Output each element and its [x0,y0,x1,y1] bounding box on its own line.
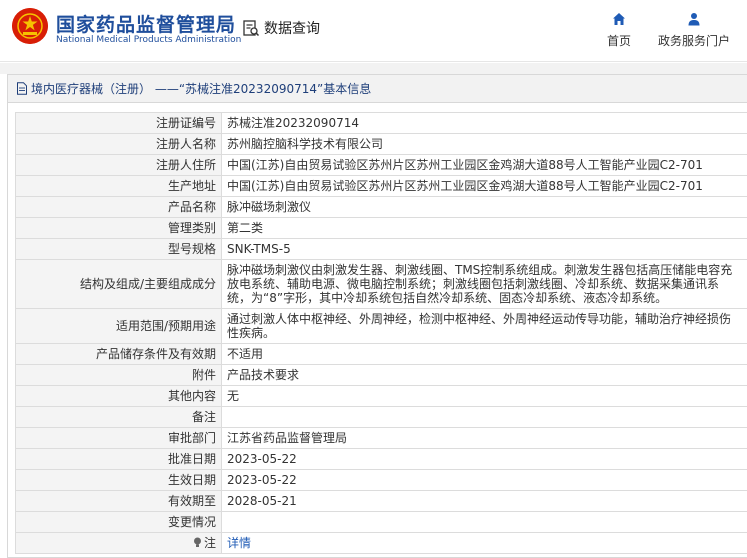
table-row: 产品名称 脉冲磁场刺激仪 [15,196,747,218]
field-value: 通过刺激人体中枢神经、外周神经，检测中枢神经、外周神经运动传导功能，辅助治疗神经… [221,308,747,344]
details-link[interactable]: 详情 [227,536,251,550]
field-value: 苏械注准20232090714 [221,112,747,134]
field-label: 注册人住所 [15,154,222,176]
field-label: 产品名称 [15,196,222,218]
field-label: 产品储存条件及有效期 [15,343,222,365]
table-row: 其他内容无 [15,385,747,407]
field-label: 批准日期 [15,448,222,470]
table-row: 批准日期 2023-05-22 [15,448,747,470]
field-label: 生效日期 [15,469,222,491]
table-row: 注册人住所 中国(江苏)自由贸易试验区苏州片区苏州工业园区金鸡湖大道88号人工智能… [15,154,747,176]
user-icon [688,13,700,26]
field-value: 2023-05-22 [221,448,747,470]
field-value [221,406,747,428]
field-value: 苏州脑控脑科学技术有限公司 [221,133,747,155]
field-label: 其他内容 [15,385,222,407]
field-value: 中国(江苏)自由贸易试验区苏州片区苏州工业园区金鸡湖大道88号人工智能产业园C2… [221,154,747,176]
field-label: 生产地址 [15,175,222,197]
table-row: 审批部门 江苏省药品监督管理局 [15,427,747,449]
field-value: 脉冲磁场刺激仪由刺激发生器、刺激线圈、TMS控制系统组成。刺激发生器包括高压储能… [221,259,747,309]
detail-panel: 境内医疗器械（注册） ——“苏械注准20232090714”基本信息 注册证编号… [7,74,747,558]
field-value: 2023-05-22 [221,469,747,491]
registration-info-table: 注册证编号 苏械注准20232090714 注册人名称 苏州脑控脑科学技术有限公司 注册… [15,112,747,554]
bulb-icon [193,537,201,547]
table-row: 备注 [15,406,747,428]
field-value: 江苏省药品监督管理局 [221,427,747,449]
document-icon [17,82,27,95]
field-label: 附件 [15,364,222,386]
field-value: 无 [221,385,747,407]
table-row: 适用范围/预期用途 通过刺激人体中枢神经、外周神经，检测中枢神经、外周神经运动传导… [15,308,747,344]
table-row: 产品储存条件及有效期 不适用 [15,343,747,365]
brand-name-en: National Medical Products Administration [56,35,242,45]
nav-home-label: 首页 [606,34,631,48]
field-label: 型号规格 [15,238,222,260]
data-query-link[interactable]: 数据查询 [242,18,320,38]
note-label-cell: 注 [15,532,222,554]
nav-service-label: 政务服务门户 [657,34,730,48]
field-label: 注册人名称 [15,133,222,155]
field-label: 管理类别 [15,217,222,239]
field-value [221,511,747,533]
table-row-note: 注详情 [15,532,747,554]
home-icon [613,13,625,25]
table-row: 有效期至 2028-05-21 [15,490,747,512]
field-value: 不适用 [221,343,747,365]
header-gap [0,63,747,74]
field-label: 结构及组成/主要组成成分 [15,259,222,309]
panel-title: 境内医疗器械（注册） ——“苏械注准20232090714”基本信息 [31,82,372,96]
table-row: 生产地址 中国(江苏)自由贸易试验区苏州片区苏州工业园区金鸡湖大道88号人工智能产… [15,175,747,197]
field-label: 变更情况 [15,511,222,533]
field-value: 第二类 [221,217,747,239]
field-label: 有效期至 [15,490,222,512]
panel-title-bar: 境内医疗器械（注册） ——“苏械注准20232090714”基本信息 [8,75,747,103]
note-value-cell: 详情 [221,532,747,554]
field-value: 产品技术要求 [221,364,747,386]
nav-service-portal[interactable]: 政务服务门户 [654,12,734,49]
site-header: 国家药品监督管理局 National Medical Products Admi… [0,0,747,62]
table-row: 注册证编号 苏械注准20232090714 [15,112,747,134]
table-row: 结构及组成/主要组成成分 脉冲磁场刺激仪由刺激发生器、刺激线圈、TMS控制系统组成… [15,259,747,309]
field-value: SNK-TMS-5 [221,238,747,260]
field-value: 2028-05-21 [221,490,747,512]
data-query-label: 数据查询 [264,21,320,37]
data-query-icon [243,20,260,37]
table-row: 变更情况 [15,511,747,533]
logo-emblem [12,8,48,44]
field-label: 注册证编号 [15,112,222,134]
table-row: 管理类别 第二类 [15,217,747,239]
table-row: 附件 产品技术要求 [15,364,747,386]
nav-home[interactable]: 首页 [603,12,635,49]
table-row: 生效日期 2023-05-22 [15,469,747,491]
brand-name-cn: 国家药品监督管理局 [56,14,237,36]
field-value: 中国(江苏)自由贸易试验区苏州片区苏州工业园区金鸡湖大道88号人工智能产业园C2… [221,175,747,197]
table-row: 注册人名称 苏州脑控脑科学技术有限公司 [15,133,747,155]
note-label: 注 [203,536,216,550]
field-value: 脉冲磁场刺激仪 [221,196,747,218]
field-label: 审批部门 [15,427,222,449]
field-label: 备注 [15,406,222,428]
field-label: 适用范围/预期用途 [15,308,222,344]
table-row: 型号规格 SNK-TMS-5 [15,238,747,260]
